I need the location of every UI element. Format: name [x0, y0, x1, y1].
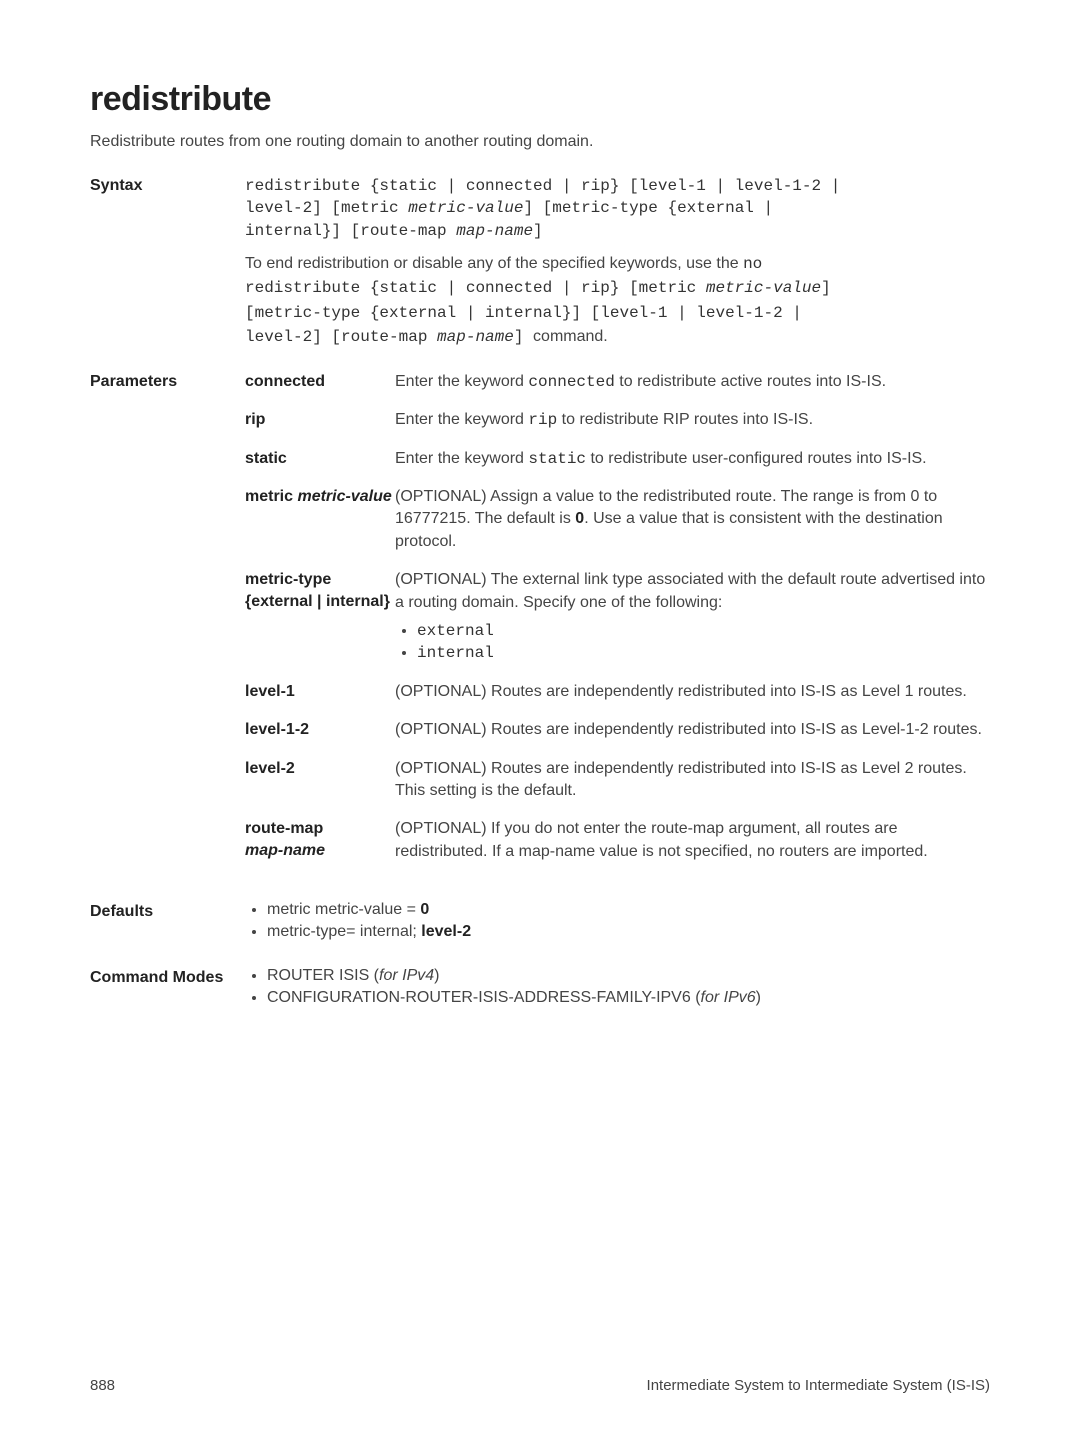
- text: to redistribute user-configured routes i…: [586, 450, 927, 467]
- text: metric metric-value =: [267, 901, 420, 918]
- mode-context: for IPv4: [379, 967, 434, 984]
- syntax-line: ] [metric-type {external |: [523, 199, 773, 217]
- param-name: level-1: [245, 681, 395, 703]
- inline-code: connected: [528, 373, 614, 391]
- default-value: 0: [575, 510, 584, 527]
- default-value: 0: [420, 901, 429, 918]
- inline-code: external: [417, 622, 494, 640]
- mode-context: for IPv6: [701, 989, 756, 1006]
- modes-body: ROUTER ISIS (for IPv4) CONFIGURATION-ROU…: [245, 967, 990, 1011]
- list-item: CONFIGURATION-ROUTER-ISIS-ADDRESS-FAMILY…: [267, 989, 990, 1007]
- footer-title: Intermediate System to Intermediate Syst…: [647, 1377, 990, 1394]
- defaults-list: metric metric-value = 0 metric-type= int…: [245, 901, 990, 941]
- inline-code-arg: map-name: [437, 328, 514, 346]
- default-value: level-2: [421, 923, 471, 940]
- param-name: rip: [245, 409, 395, 431]
- param-row: route-map map-name (OPTIONAL) If you do …: [245, 818, 990, 863]
- text: metric-type= internal;: [267, 923, 421, 940]
- param-row: connected Enter the keyword connected to…: [245, 371, 990, 393]
- text: command.: [533, 328, 608, 345]
- text: Enter the keyword: [395, 411, 528, 428]
- syntax-code-primary: redistribute {static | connected | rip} …: [245, 175, 990, 242]
- inline-code: rip: [528, 411, 557, 429]
- inline-code: [metric-type {external | internal}] [lev…: [245, 304, 802, 322]
- syntax-line: level-2] [metric: [245, 199, 408, 217]
- syntax-section: Syntax redistribute {static | connected …: [90, 175, 990, 349]
- param-name: route-map map-name: [245, 818, 395, 861]
- list-item: external: [417, 620, 990, 642]
- list-item: internal: [417, 642, 990, 664]
- syntax-line: internal}] [route-map: [245, 222, 456, 240]
- modes-section: Command Modes ROUTER ISIS (for IPv4) CON…: [90, 967, 990, 1011]
- syntax-body: redistribute {static | connected | rip} …: [245, 175, 990, 349]
- param-desc: Enter the keyword rip to redistribute RI…: [395, 409, 990, 431]
- param-arg: map-name: [245, 842, 325, 859]
- defaults-section: Defaults metric metric-value = 0 metric-…: [90, 901, 990, 945]
- inline-code: redistribute {static | connected | rip} …: [245, 279, 706, 297]
- syntax-arg: map-name: [456, 222, 533, 240]
- param-row: static Enter the keyword static to redis…: [245, 448, 990, 470]
- inline-code: static: [528, 450, 586, 468]
- param-row: rip Enter the keyword rip to redistribut…: [245, 409, 990, 431]
- parameters-section: Parameters connected Enter the keyword c…: [90, 371, 990, 879]
- param-name: level-2: [245, 758, 395, 780]
- inline-code: no: [743, 255, 762, 273]
- param-row: metric-type {external | internal} (OPTIO…: [245, 569, 990, 665]
- param-arg: metric-value: [297, 488, 391, 505]
- text: ROUTER ISIS (: [267, 967, 379, 984]
- param-desc: (OPTIONAL) Routes are independently redi…: [395, 719, 990, 741]
- list-item: metric metric-value = 0: [267, 901, 990, 919]
- param-row: level-1-2 (OPTIONAL) Routes are independ…: [245, 719, 990, 741]
- text: (OPTIONAL) The external link type associ…: [395, 571, 985, 610]
- text: metric: [245, 488, 297, 505]
- inline-code: ]: [514, 328, 533, 346]
- syntax-arg: metric-value: [408, 199, 523, 217]
- intro-text: Redistribute routes from one routing dom…: [90, 133, 990, 151]
- modes-label: Command Modes: [90, 967, 245, 987]
- param-name: level-1-2: [245, 719, 395, 741]
- param-name: static: [245, 448, 395, 470]
- parameters-body: connected Enter the keyword connected to…: [245, 371, 990, 879]
- text: to redistribute RIP routes into IS-IS.: [557, 411, 813, 428]
- list-item: metric-type= internal; level-2: [267, 923, 990, 941]
- param-row: level-2 (OPTIONAL) Routes are independen…: [245, 758, 990, 803]
- inline-code: level-2] [route-map: [245, 328, 437, 346]
- param-desc: (OPTIONAL) Routes are independently redi…: [395, 681, 990, 703]
- text: route-map: [245, 820, 323, 837]
- page-number: 888: [90, 1377, 115, 1394]
- option-list: external internal: [395, 620, 990, 665]
- text: ): [756, 989, 761, 1006]
- text: To end redistribution or disable any of …: [245, 255, 743, 272]
- syntax-note: To end redistribution or disable any of …: [245, 252, 990, 349]
- param-name: metric metric-value: [245, 486, 395, 508]
- param-desc: Enter the keyword connected to redistrib…: [395, 371, 990, 393]
- page-heading: redistribute: [90, 80, 990, 119]
- inline-code: ]: [821, 279, 831, 297]
- modes-list: ROUTER ISIS (for IPv4) CONFIGURATION-ROU…: [245, 967, 990, 1007]
- param-desc: (OPTIONAL) If you do not enter the route…: [395, 818, 990, 863]
- page-footer: 888 Intermediate System to Intermediate …: [90, 1377, 990, 1394]
- param-desc: Enter the keyword static to redistribute…: [395, 448, 990, 470]
- defaults-label: Defaults: [90, 901, 245, 921]
- param-name: metric-type {external | internal}: [245, 569, 395, 612]
- text: Enter the keyword: [395, 373, 528, 390]
- param-row: metric metric-value (OPTIONAL) Assign a …: [245, 486, 990, 553]
- inline-code: internal: [417, 644, 494, 662]
- syntax-line: redistribute {static | connected | rip} …: [245, 177, 840, 195]
- param-desc: (OPTIONAL) Assign a value to the redistr…: [395, 486, 990, 553]
- text: Enter the keyword: [395, 450, 528, 467]
- param-row: level-1 (OPTIONAL) Routes are independen…: [245, 681, 990, 703]
- inline-code-arg: metric-value: [706, 279, 821, 297]
- syntax-label: Syntax: [90, 175, 245, 195]
- list-item: ROUTER ISIS (for IPv4): [267, 967, 990, 985]
- param-desc: (OPTIONAL) The external link type associ…: [395, 569, 990, 665]
- param-name: connected: [245, 371, 395, 393]
- text: to redistribute active routes into IS-IS…: [615, 373, 886, 390]
- defaults-body: metric metric-value = 0 metric-type= int…: [245, 901, 990, 945]
- param-desc: (OPTIONAL) Routes are independently redi…: [395, 758, 990, 803]
- syntax-line: ]: [533, 222, 543, 240]
- text: ): [434, 967, 439, 984]
- parameters-label: Parameters: [90, 371, 245, 391]
- text: CONFIGURATION-ROUTER-ISIS-ADDRESS-FAMILY…: [267, 989, 701, 1006]
